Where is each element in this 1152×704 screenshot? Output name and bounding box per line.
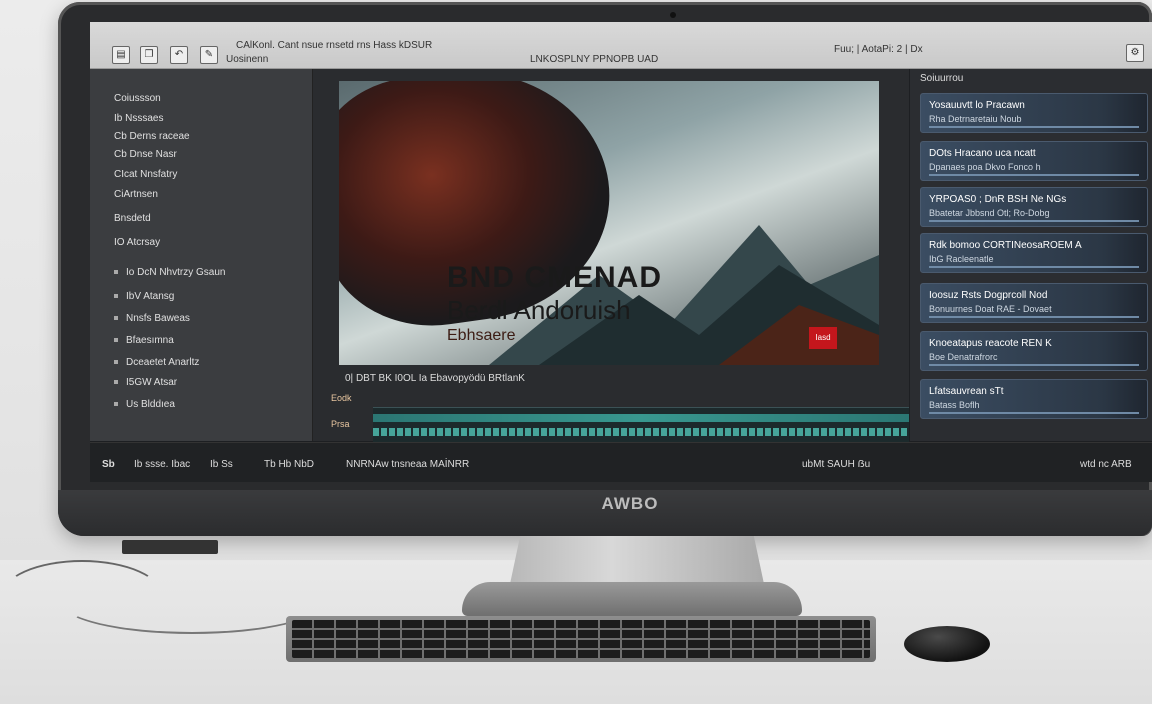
card-subtitle: IbG Racleenatle [929,254,994,264]
status-segment[interactable]: NNRNAw tnsneaa MAİNRR [346,459,469,470]
sidebar-item[interactable]: Dceaetet Anarltz [114,357,199,368]
menu-project[interactable]: LNKOSPLNY PPNOPB UAD [530,54,658,65]
keyboard [286,616,876,662]
sidebar-item[interactable]: Cb Dnse Nasr [114,149,177,160]
bullet-icon [114,338,118,343]
effect-card[interactable]: Knoeatapus reacote REN K Boe Denatrafror… [920,331,1148,371]
card-title: Knoeatapus reacote REN K [929,338,1052,349]
card-subtitle: Rha Detrnaretaiu Noub [929,114,1022,124]
menu-status: Fuu; | AotaPi: 2 | Dx [834,44,923,55]
card-title: DOts Hracano uca ncatt [929,148,1036,159]
status-text: Ib ssse. Ibac [134,459,191,470]
brush-icon[interactable]: ✎ [200,46,218,64]
menu-tab[interactable]: Uosinenn [226,54,268,65]
preview-caption: Ebhsaere [447,327,516,344]
sidebar-item[interactable]: Cb Derns raceae [114,131,190,142]
bullet-icon [114,294,118,299]
screen: ▤ ❐ ↶ ✎ CAlKonl. Cant nsue rnsetd rns Ha… [90,22,1152,482]
status-segment: wtd nc ARB [1080,459,1132,470]
video-preview[interactable]: BND CMENAD Berdl Andoruish Ebhsaere Iasd [339,81,879,365]
settings-icon[interactable]: ⚙ [1126,44,1144,62]
card-progress [929,266,1139,268]
preview-subtitle: Berdl Andoruish [447,295,631,325]
status-segment[interactable]: Ib Ss [210,459,233,470]
timeline-label: Eodk [331,393,352,403]
status-bar: Sb Ib ssse. Ibac Ib Ss Tb Hb NbD NNRNAw … [90,442,1152,482]
sidebar-item[interactable]: Ib Nsssaes [114,113,163,124]
sidebar-item[interactable]: Io DcN Nhvtrzy Gsaun [114,267,225,278]
sidebar-item[interactable]: Bfaesımna [114,335,174,346]
card-progress [929,174,1139,176]
effect-card[interactable]: Yosauuvtt lo Pracawn Rha Detrnaretaiu No… [920,93,1148,133]
card-progress [929,126,1139,128]
effect-card[interactable]: Lfatsauvrean sTt Batass Boflh [920,379,1148,419]
card-progress [929,364,1139,366]
effect-card[interactable]: Rdk bomoo CORTINeosaROEM A IbG Racleenat… [920,233,1148,273]
card-title: Rdk bomoo CORTINeosaROEM A [929,240,1082,251]
sidebar-item[interactable]: Bnsdetd [114,213,151,224]
card-subtitle: Bonuurnes Doat RAE - Dovaet [929,304,1052,314]
card-title: Ioosuz Rsts Dogprcoll Nod [929,290,1048,301]
card-subtitle: Dpanaes poa Dkvo Fonco h [929,162,1041,172]
bullet-icon [114,316,118,321]
monitor-brand-logo: AWBO [601,494,659,513]
bullet-icon [114,380,118,385]
card-title: Yosauuvtt lo Pracawn [929,100,1025,111]
monitor-stand [510,536,764,584]
mouse [904,626,990,662]
sidebar-item[interactable]: I5GW Atsar [114,377,177,388]
bullet-icon [114,270,118,275]
card-subtitle: Boe Denatrafrorc [929,352,998,362]
channel-badge: Iasd [809,327,837,349]
file-icon[interactable]: ▤ [112,46,130,64]
status-segment: ubMt SAUH ẞu [802,459,871,470]
card-progress [929,220,1139,222]
effect-card[interactable]: DOts Hracano uca ncatt Dpanaes poa Dkvo … [920,141,1148,181]
sidebar-item[interactable]: CiArtnsen [114,189,158,200]
sidebar-item[interactable]: Coiussson [114,93,161,104]
timeline[interactable] [373,407,909,442]
webcam-icon [670,12,676,18]
app-toolbar: ▤ ❐ ↶ ✎ CAlKonl. Cant nsue rnsetd rns Ha… [90,22,1152,69]
card-progress [929,316,1139,318]
sidebar: Coiussson Ib Nsssaes Cb Derns raceae Cb … [90,69,313,441]
effect-card[interactable]: Ioosuz Rsts Dogprcoll Nod Bonuurnes Doat… [920,283,1148,323]
monitor-ports [122,540,218,554]
cable [60,570,324,634]
status-segment[interactable]: Tb Hb NbD [264,459,314,470]
sidebar-item[interactable]: IbV Atansg [114,291,174,302]
menu-main[interactable]: CAlKonl. Cant nsue rnsetd rns Hass kDSUR [236,40,432,51]
effects-panel: Soiuurrou Yosauuvtt lo Pracawn Rha Detrn… [910,69,1152,441]
preview-title: BND CMENAD [447,261,662,294]
card-subtitle: Bbatetar Jbbsnd Otl; Ro-Dobg [929,208,1050,218]
bullet-icon [114,402,118,407]
copy-icon[interactable]: ❐ [140,46,158,64]
sidebar-item[interactable]: Nnsfs Baweas [114,313,190,324]
panel-title: Soiuurrou [920,73,964,84]
transport-controls[interactable]: 0| DBT BK I0OL Ia Ebavopyödü BRtlanK [345,373,525,384]
status-code: Sb [102,459,115,470]
sidebar-item[interactable]: Us Blddıea [114,399,175,410]
monitor-stand-base [462,582,802,616]
undo-icon[interactable]: ↶ [170,46,188,64]
timeline-label: Prsa [331,419,350,429]
card-subtitle: Batass Boflh [929,400,980,410]
keyboard-keys [292,620,870,658]
sidebar-item[interactable]: IO Atcrsay [114,237,160,248]
sidebar-item[interactable]: CIcat Nnsfatry [114,169,177,180]
timeline-track[interactable] [373,428,909,436]
card-title: YRPOAS0 ; DnR BSH Ne NGs [929,194,1067,205]
timeline-track[interactable] [373,414,909,422]
card-progress [929,412,1139,414]
bullet-icon [114,360,118,365]
card-title: Lfatsauvrean sTt [929,386,1004,397]
editor-panel: BND CMENAD Berdl Andoruish Ebhsaere Iasd… [313,69,909,442]
effect-card[interactable]: YRPOAS0 ; DnR BSH Ne NGs Bbatetar Jbbsnd… [920,187,1148,227]
